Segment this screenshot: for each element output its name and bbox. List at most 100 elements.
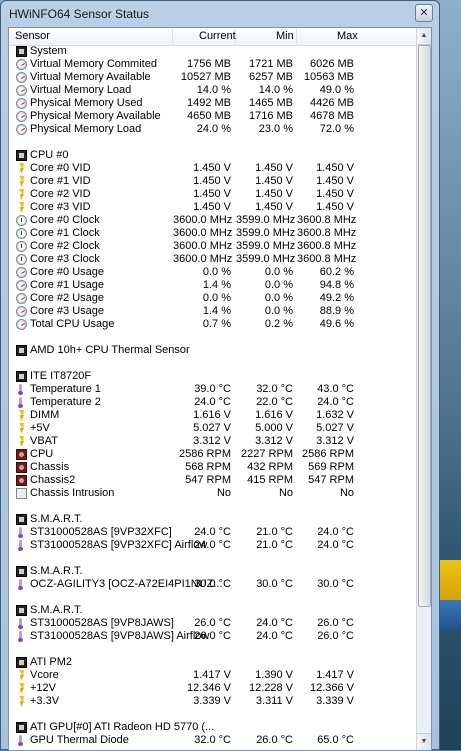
min-value: 24.0 °C — [256, 617, 293, 629]
sensor-row[interactable]: Chassis2 547 RPM 415 RPM 547 RPM — [9, 474, 418, 487]
min-value: 22.0 °C — [256, 396, 293, 408]
sensor-row[interactable]: Core #3 Usage 1.4 % 0.0 % 88.9 % — [9, 305, 418, 318]
min-value: 415 RPM — [247, 474, 293, 486]
blank-row — [9, 500, 418, 513]
chip-icon — [16, 150, 27, 161]
sensor-name: DIMM — [30, 409, 60, 421]
sensor-list[interactable]: Sensor Current Min Max System Virtual Mem… — [8, 27, 432, 751]
sensor-row[interactable]: Temperature 2 24.0 °C 22.0 °C 24.0 °C — [9, 396, 418, 409]
sensor-row[interactable]: Core #2 Usage 0.0 % 0.0 % 49.2 % — [9, 292, 418, 305]
voltage-icon — [17, 176, 28, 187]
min-value: 32.0 °C — [256, 383, 293, 395]
sensor-name: S.M.A.R.T. — [30, 565, 83, 577]
gauge-icon — [16, 85, 27, 96]
sensor-row[interactable]: Temperature 1 39.0 °C 32.0 °C 43.0 °C — [9, 383, 418, 396]
sensor-row[interactable]: Physical Memory Load 24.0 % 23.0 % 72.0 % — [9, 123, 418, 136]
vertical-scrollbar[interactable]: ▲ ▼ — [416, 28, 431, 750]
sensor-group-row[interactable]: System — [9, 45, 418, 58]
fan-icon — [16, 475, 27, 486]
min-value: 6257 MB — [248, 71, 293, 83]
sensor-group-row[interactable]: S.M.A.R.T. — [9, 513, 418, 526]
min-value: 5.000 V — [255, 422, 293, 434]
min-value: 0.0 % — [264, 266, 293, 278]
min-value: 24.0 °C — [256, 630, 293, 642]
sensor-group-row[interactable]: S.M.A.R.T. — [9, 565, 418, 578]
title-bar[interactable]: HWiNFO64 Sensor Status ✕ — [1, 1, 439, 27]
voltage-icon — [17, 423, 28, 434]
sensor-row[interactable]: Chassis 568 RPM 432 RPM 569 RPM — [9, 461, 418, 474]
current-value: 5.027 V — [193, 422, 231, 434]
sensor-row[interactable]: Core #2 Clock 3600.0 MHz 3599.0 MHz 3600.8 … — [9, 240, 418, 253]
sensor-row[interactable]: GPU Thermal Diode 32.0 °C 26.0 °C 65.0 °C — [9, 734, 418, 747]
sensor-name: +12V — [30, 682, 56, 694]
sensor-row[interactable]: ST31000528AS [9VP8JAWS] Airflow 26.0 °C 24… — [9, 630, 418, 643]
sensor-row[interactable]: Virtual Memory Available 10527 MB 6257 MB 1… — [9, 71, 418, 84]
scroll-down-button[interactable]: ▼ — [417, 733, 431, 750]
sensor-row[interactable]: Core #1 Clock 3600.0 MHz 3599.0 MHz 3600.8 … — [9, 227, 418, 240]
sensor-row[interactable]: DIMM 1.616 V 1.616 V 1.632 V — [9, 409, 418, 422]
sensor-row[interactable]: Core #1 Usage 1.4 % 0.0 % 94.8 % — [9, 279, 418, 292]
sensor-group-row[interactable]: ATI PM2 — [9, 656, 418, 669]
current-value: 1.616 V — [193, 409, 231, 421]
current-value: 24.0 °C — [194, 539, 231, 551]
sensor-group-row[interactable]: S.M.A.R.T. — [9, 604, 418, 617]
sensor-row[interactable]: CPU 2586 RPM 2227 RPM 2586 RPM — [9, 448, 418, 461]
sensor-row[interactable]: Core #3 Clock 3600.0 MHz 3599.0 MHz 3600.8 … — [9, 253, 418, 266]
current-value: 1492 MB — [186, 97, 231, 109]
sensor-row[interactable]: OCZ-AGILITY3 [OCZ-A72EI4PI1NUZ... 30.0 °C… — [9, 578, 418, 591]
sensor-row[interactable]: VBAT 3.312 V 3.312 V 3.312 V — [9, 435, 418, 448]
max-value: 1.450 V — [316, 162, 354, 174]
sensor-row[interactable]: +12V 12.346 V 12.228 V 12.366 V — [9, 682, 418, 695]
min-value: 23.0 % — [258, 123, 293, 135]
sensor-name: Chassis — [30, 461, 70, 473]
sensor-row[interactable]: Chassis Intrusion No No No — [9, 487, 418, 500]
column-current[interactable]: Current — [173, 28, 236, 45]
sensor-group-row[interactable]: ITE IT8720F — [9, 370, 418, 383]
sensor-name: +3.3V — [30, 695, 60, 707]
blank-row — [9, 331, 418, 344]
sensor-row[interactable]: Virtual Memory Commited 1756 MB 1721 MB 602… — [9, 58, 418, 71]
gauge-icon — [16, 319, 27, 330]
column-max[interactable]: Max — [297, 28, 358, 45]
sensor-row[interactable]: Vcore 1.417 V 1.390 V 1.417 V — [9, 669, 418, 682]
current-value: 3600.0 MHz — [173, 227, 233, 239]
scroll-thumb[interactable] — [418, 45, 431, 607]
sensor-row[interactable]: ST31000528AS [9VP8JAWS] 26.0 °C 24.0 °C 26.… — [9, 617, 418, 630]
scroll-up-button[interactable]: ▲ — [417, 28, 431, 45]
fan-icon — [16, 462, 27, 473]
column-header: Sensor Current Min Max — [9, 28, 418, 46]
sensor-name: S.M.A.R.T. — [30, 513, 83, 525]
current-value: 14.0 % — [196, 84, 231, 96]
clock-icon — [16, 241, 27, 252]
sensor-row[interactable]: Core #1 VID 1.450 V 1.450 V 1.450 V — [9, 175, 418, 188]
current-value: 1.450 V — [193, 201, 231, 213]
voltage-icon — [17, 670, 28, 681]
current-value: 12.346 V — [186, 682, 231, 694]
sensor-group-row[interactable]: AMD 10h+ CPU Thermal Sensor — [9, 344, 418, 357]
sensor-row[interactable]: +5V 5.027 V 5.000 V 5.027 V — [9, 422, 418, 435]
chip-icon — [16, 566, 27, 577]
sensor-row[interactable]: Physical Memory Used 1492 MB 1465 MB 4426 M… — [9, 97, 418, 110]
current-value: 4650 MB — [186, 110, 231, 122]
gauge-icon — [16, 124, 27, 135]
current-value: 0.7 % — [202, 318, 231, 330]
sensor-row[interactable]: Physical Memory Available 4650 MB 1716 MB 4… — [9, 110, 418, 123]
sensor-row[interactable]: Core #2 VID 1.450 V 1.450 V 1.450 V — [9, 188, 418, 201]
sensor-row[interactable]: Total CPU Usage 0.7 % 0.2 % 49.6 % — [9, 318, 418, 331]
sensor-row[interactable]: Core #0 VID 1.450 V 1.450 V 1.450 V — [9, 162, 418, 175]
sensor-row[interactable]: +3.3V 3.339 V 3.311 V 3.339 V — [9, 695, 418, 708]
close-button[interactable]: ✕ — [415, 4, 433, 22]
column-sensor[interactable]: Sensor — [9, 28, 173, 45]
sensor-row[interactable]: ST31000528AS [9VP32XFC] 24.0 °C 21.0 °C 24.… — [9, 526, 418, 539]
sensor-group-row[interactable]: CPU #0 — [9, 149, 418, 162]
gauge-icon — [16, 306, 27, 317]
column-min[interactable]: Min — [236, 28, 297, 45]
sensor-name: Virtual Memory Commited — [30, 58, 157, 70]
sensor-group-row[interactable]: ATI GPU[#0] ATI Radeon HD 5770 (... — [9, 721, 418, 734]
chip-icon — [16, 605, 27, 616]
sensor-row[interactable]: Core #0 Usage 0.0 % 0.0 % 60.2 % — [9, 266, 418, 279]
sensor-row[interactable]: Virtual Memory Load 14.0 % 14.0 % 49.0 % — [9, 84, 418, 97]
sensor-row[interactable]: Core #0 Clock 3600.0 MHz 3599.0 MHz 3600.8 … — [9, 214, 418, 227]
sensor-row[interactable]: Core #3 VID 1.450 V 1.450 V 1.450 V — [9, 201, 418, 214]
sensor-row[interactable]: ST31000528AS [9VP32XFC] Airflow 24.0 °C 21… — [9, 539, 418, 552]
